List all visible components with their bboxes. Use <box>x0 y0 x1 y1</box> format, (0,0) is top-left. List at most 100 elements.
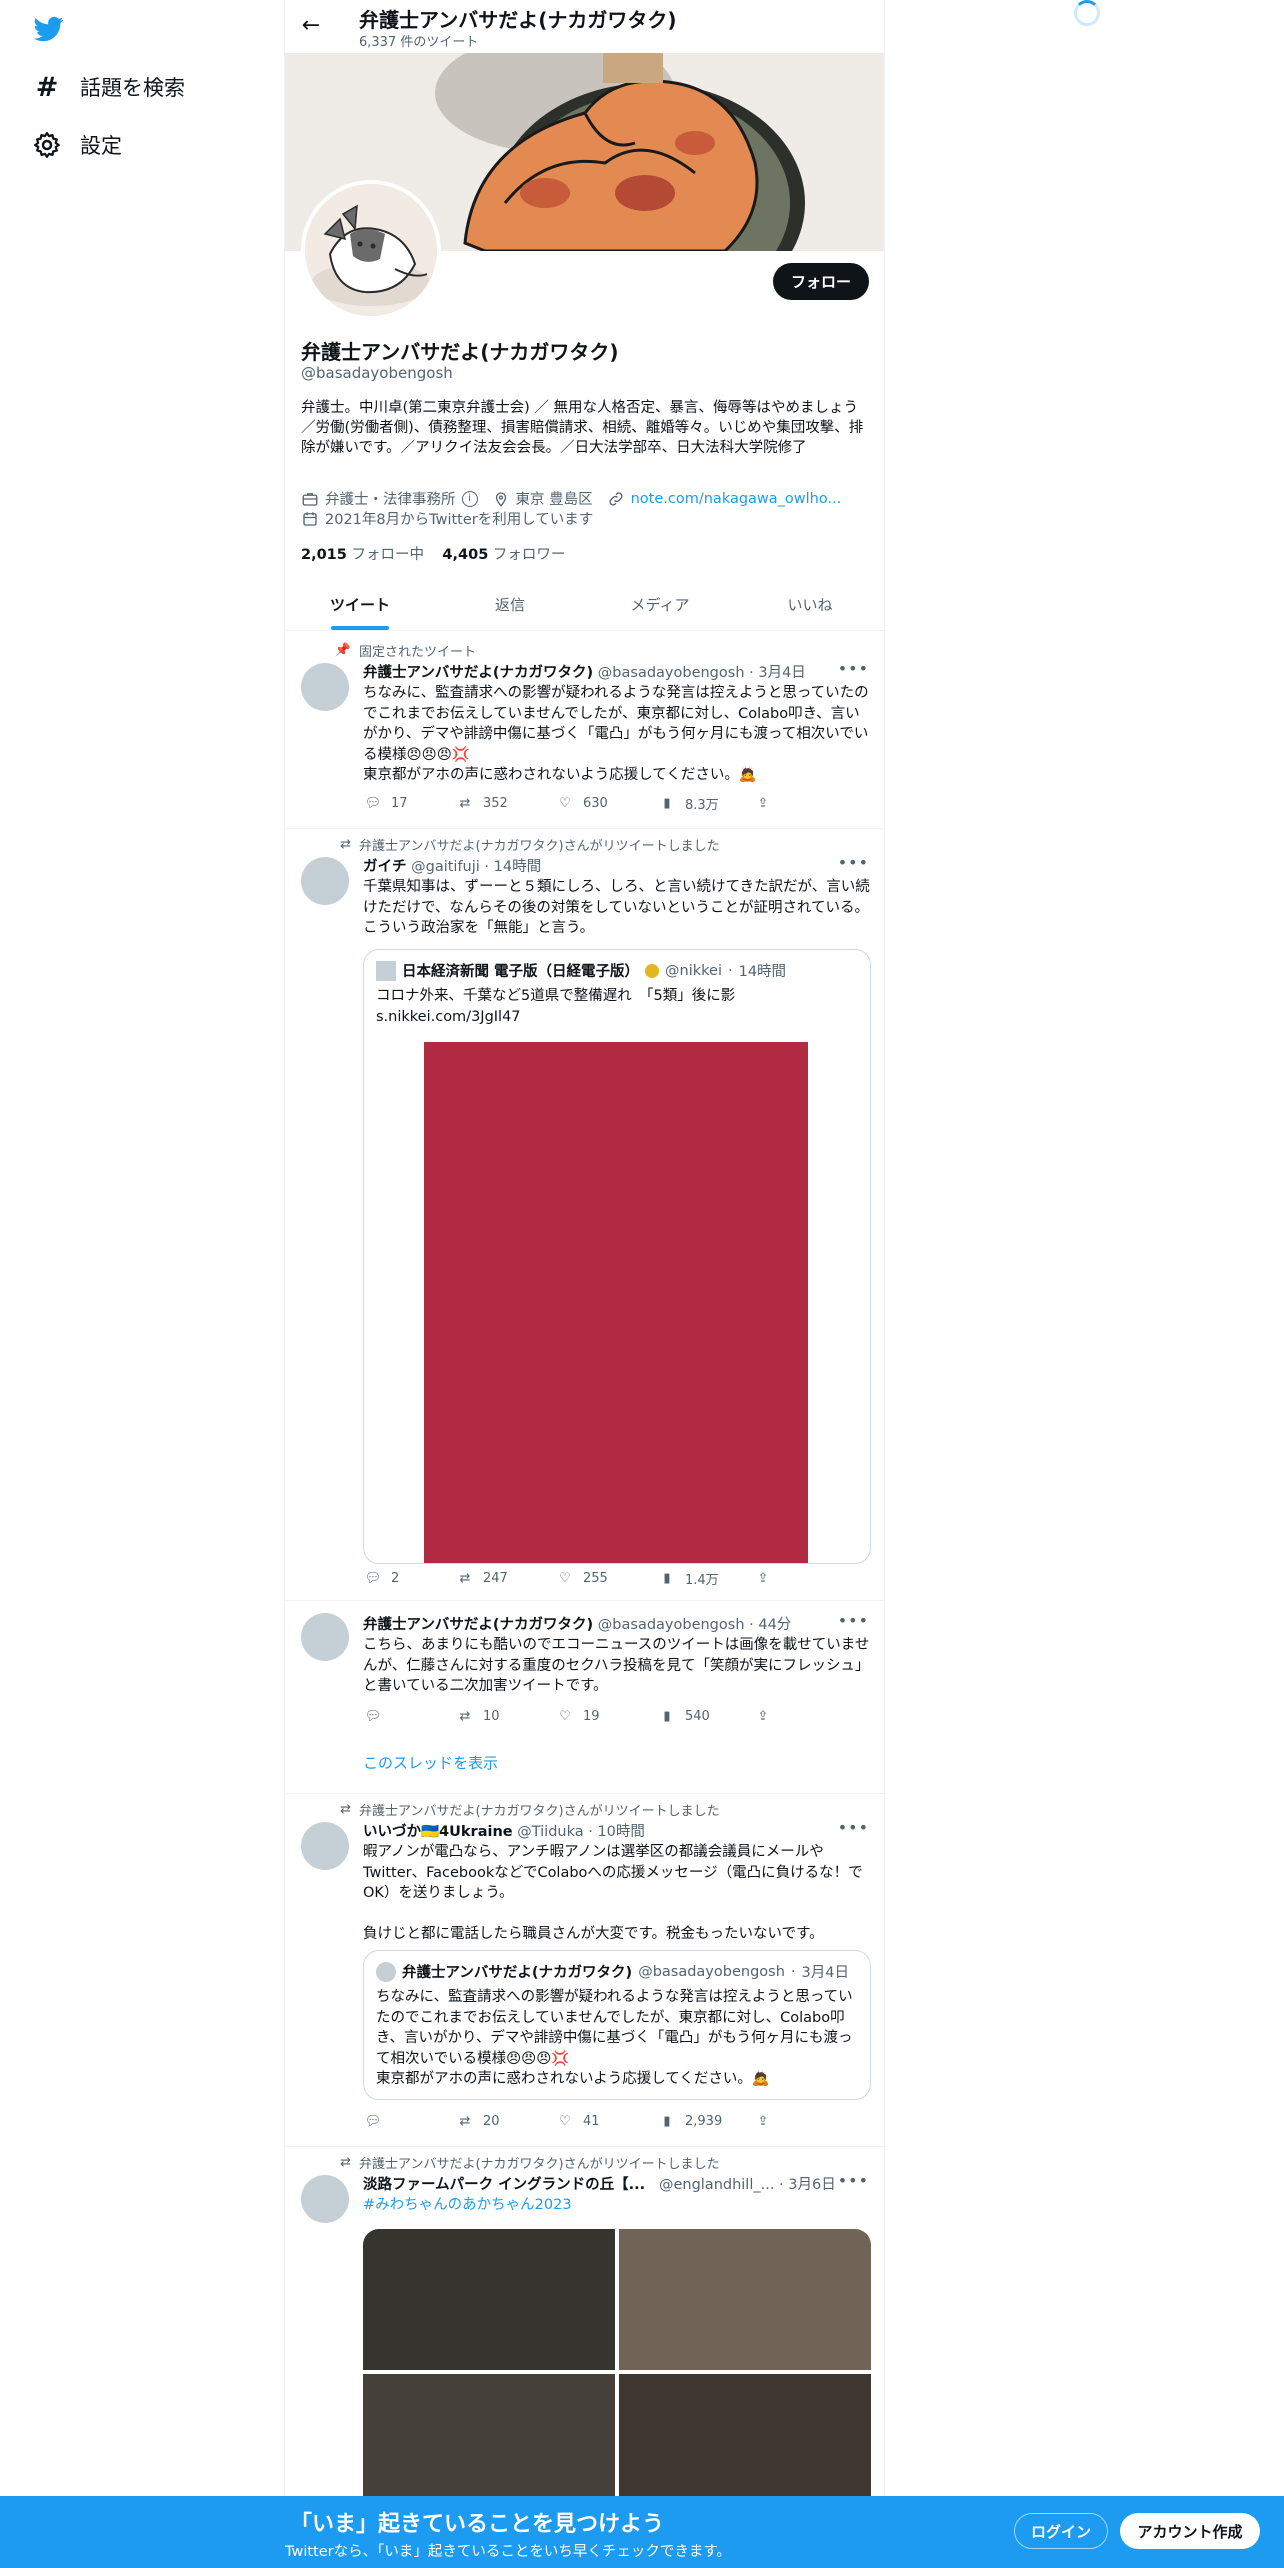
author-handle[interactable]: @gaitifuji <box>411 859 480 875</box>
followers-link[interactable]: 4,405 フォロワー <box>442 547 565 563</box>
quote-author: 弁護士アンバサだよ(ナカガワタク) <box>402 1965 633 1981</box>
retweet-button[interactable]: ⇄ 20 <box>455 2112 500 2130</box>
show-thread-link[interactable]: このスレッドを表示 <box>363 1752 498 1773</box>
reply-icon: 💬︎ <box>364 1708 382 1724</box>
twitter-bird-icon[interactable] <box>34 14 64 44</box>
avatar[interactable] <box>301 663 349 711</box>
retweet-context: ⇄ 弁護士アンバサだよ(ナカガワタク)さんがリツイートしました <box>333 1800 720 1819</box>
info-icon[interactable]: i <box>461 490 478 507</box>
author-name[interactable]: 弁護士アンバサだよ(ナカガワタク) <box>363 1617 593 1633</box>
share-button[interactable]: ⇪ <box>753 1569 781 1587</box>
retweet-icon: ⇄ <box>459 1570 471 1586</box>
media-image[interactable] <box>363 2229 615 2370</box>
tweet-time[interactable]: 3月6日 <box>788 2177 835 2193</box>
quote-author: 日本経済新聞 電子版（日経電子版） <box>402 964 640 980</box>
author-handle[interactable]: @basadayobengosh <box>598 665 745 681</box>
retweet-count: 247 <box>483 1570 508 1586</box>
like-button[interactable]: ♡ 19 <box>555 1707 599 1725</box>
avatar[interactable] <box>301 2175 349 2223</box>
retweet-icon: ⇄ <box>340 2155 351 2170</box>
login-button[interactable]: ログイン <box>1014 2513 1108 2549</box>
retweet-icon: ⇄ <box>459 1708 471 1724</box>
tweet-time[interactable]: 10時間 <box>597 1824 644 1840</box>
tweet-time[interactable]: 14時間 <box>494 859 541 875</box>
author-name[interactable]: 弁護士アンバサだよ(ナカガワタク) <box>363 665 593 681</box>
following-count: 2,015 <box>301 547 347 563</box>
tab-media[interactable]: メディア <box>585 578 735 630</box>
share-icon: ⇪ <box>757 1570 769 1586</box>
tweet-card[interactable]: 📌 固定されたツイート 弁護士アンバサだよ(ナカガワタク) @basadayobe… <box>285 631 884 829</box>
quote-text: ちなみに、監査請求への影響が疑われるような発言は控えようと思っていたのでこれまで… <box>376 1989 853 2087</box>
signup-button[interactable]: アカウント作成 <box>1120 2513 1260 2549</box>
author-name[interactable]: ガイチ <box>363 859 407 875</box>
reply-button[interactable]: 💬︎ <box>363 1707 391 1725</box>
views-button[interactable]: ▮ 1.4万 <box>657 1569 718 1588</box>
nav-settings[interactable]: 設定 <box>32 120 122 170</box>
retweet-context: ⇄ 弁護士アンバサだよ(ナカガワタク)さんがリツイートしました <box>333 835 720 854</box>
more-options-icon[interactable]: ••• <box>838 659 869 678</box>
profile-joined: 2021年8月からTwitterを利用しています <box>325 512 594 528</box>
more-options-icon[interactable]: ••• <box>838 1611 869 1630</box>
avatar[interactable] <box>301 1613 349 1661</box>
views-button[interactable]: ▮ 2,939 <box>657 2112 722 2130</box>
reply-button[interactable]: 💬︎ <box>363 2112 391 2130</box>
back-arrow-icon[interactable]: ← <box>299 14 323 38</box>
author-handle[interactable]: @Tiiduka <box>517 1824 583 1840</box>
tweet-time[interactable]: 44分 <box>758 1617 791 1633</box>
author-handle[interactable]: @englandhill_... <box>659 2177 774 2193</box>
tweet-card[interactable]: ⇄ 弁護士アンバサだよ(ナカガワタク)さんがリツイートしました いいづか🇺🇦4Uk… <box>285 1794 884 2147</box>
share-button[interactable]: ⇪ <box>753 1707 781 1725</box>
avatar[interactable] <box>301 1822 349 1870</box>
reply-button[interactable]: 💬︎ 17 <box>363 794 408 812</box>
profile-avatar[interactable] <box>301 180 441 320</box>
author-name[interactable]: いいづか🇺🇦4Ukraine <box>363 1824 513 1840</box>
view-count: 540 <box>685 1708 710 1724</box>
share-button[interactable]: ⇪ <box>753 794 781 812</box>
nav-explore[interactable]: # 話題を検索 <box>32 62 185 112</box>
tweet-time[interactable]: 3月4日 <box>758 665 805 681</box>
views-button[interactable]: ▮ 540 <box>657 1707 710 1725</box>
tab-likes[interactable]: いいね <box>735 578 884 630</box>
quote-header: 弁護士アンバサだよ(ナカガワタク) @basadayobengosh · 3月4日 <box>376 1961 849 1982</box>
author-name[interactable]: 淡路ファームパーク イングランドの丘【... <box>363 2177 645 2193</box>
link-icon <box>609 491 623 506</box>
share-button[interactable]: ⇪ <box>753 2112 781 2130</box>
quoted-tweet[interactable]: 日本経済新聞 電子版（日経電子版） @nikkei · 14時間 コロナ外来、千葉など… <box>363 949 871 1564</box>
view-count: 2,939 <box>685 2113 723 2129</box>
heart-icon: ♡ <box>559 795 571 811</box>
profile-follow-stats: 2,015 フォロー中 4,405 フォロワー <box>301 543 565 564</box>
views-button[interactable]: ▮ 8.3万 <box>657 794 718 813</box>
quote-avatar <box>376 1961 396 1982</box>
tab-replies[interactable]: 返信 <box>435 578 585 630</box>
like-button[interactable]: ♡ 255 <box>555 1569 608 1587</box>
tab-tweets[interactable]: ツイート <box>285 578 435 630</box>
quoted-tweet[interactable]: 弁護士アンバサだよ(ナカガワタク) @basadayobengosh · 3月4日 ち… <box>363 1950 871 2100</box>
avatar[interactable] <box>301 857 349 905</box>
hashtag-link[interactable]: #みわちゃんのあかちゃん2023 <box>363 2197 572 2213</box>
reply-button[interactable]: 💬︎ 2 <box>363 1569 400 1587</box>
follow-button[interactable]: フォロー <box>773 263 869 300</box>
tweet-card[interactable]: 弁護士アンバサだよ(ナカガワタク) @basadayobengosh · 44分… <box>285 1601 884 1794</box>
followers-count: 4,405 <box>442 547 489 563</box>
header-name: 弁護士アンバサだよ(ナカガワタク) <box>359 8 677 32</box>
more-options-icon[interactable]: ••• <box>838 1818 869 1837</box>
reply-count: 17 <box>391 795 408 811</box>
author-handle[interactable]: @basadayobengosh <box>598 1617 745 1633</box>
tweet-actions: 💬︎ ⇄ 20 ♡ 41 ▮ 2,939 ⇪ <box>363 2112 783 2132</box>
retweet-button[interactable]: ⇄ 352 <box>455 794 508 812</box>
more-options-icon[interactable]: ••• <box>838 853 869 872</box>
more-options-icon[interactable]: ••• <box>838 2171 869 2190</box>
tweet-card[interactable]: ⇄ 弁護士アンバサだよ(ナカガワタク)さんがリツイートしました ガイチ @gait… <box>285 829 884 1601</box>
profile-column: ← 弁護士アンバサだよ(ナカガワタク) 6,337 件のツイート フォロー 弁護… <box>284 0 885 2568</box>
media-image[interactable] <box>619 2229 871 2370</box>
bar-chart-icon: ▮ <box>663 1708 671 1724</box>
retweet-button[interactable]: ⇄ 247 <box>455 1569 508 1587</box>
quote-image[interactable] <box>424 1042 808 1563</box>
like-button[interactable]: ♡ 630 <box>555 794 608 812</box>
retweet-button[interactable]: ⇄ 10 <box>455 1707 500 1725</box>
like-button[interactable]: ♡ 41 <box>555 2112 599 2130</box>
like-count: 630 <box>583 795 608 811</box>
profile-link[interactable]: note.com/nakagawa_owlho... <box>631 491 842 507</box>
following-link[interactable]: 2,015 フォロー中 <box>301 547 424 563</box>
following-label: フォロー中 <box>351 547 424 563</box>
